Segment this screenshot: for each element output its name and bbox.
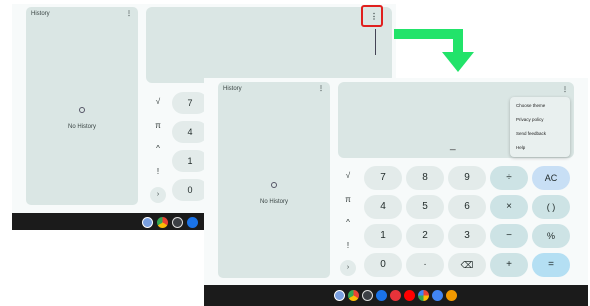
power-key[interactable]: ^ <box>342 218 354 227</box>
digit-4-key[interactable]: 4 <box>364 195 402 219</box>
chrome-icon[interactable] <box>157 217 168 228</box>
digit-6-key[interactable]: 6 <box>448 195 486 219</box>
expand-keys-button[interactable]: › <box>150 187 166 203</box>
result-display: ⋮ _ Choose theme Privacy policy Send fee… <box>338 82 574 158</box>
flow-arrow <box>394 29 474 72</box>
minus-key[interactable]: − <box>490 224 528 248</box>
digit-8-key[interactable]: 8 <box>406 166 444 190</box>
decimal-key[interactable]: · <box>406 253 444 277</box>
digit-2-key[interactable]: 2 <box>406 224 444 248</box>
history-clock-icon <box>79 107 85 113</box>
calculator-icon[interactable] <box>390 290 401 301</box>
multiply-key[interactable]: × <box>490 195 528 219</box>
overflow-menu: Choose theme Privacy policy Send feedbac… <box>510 97 570 157</box>
files-icon[interactable] <box>362 290 373 301</box>
front-tablet-screen: History ⋮ No History ⋮ _ Choose theme Pr… <box>204 78 588 306</box>
menu-item-help[interactable]: Help <box>516 145 525 150</box>
no-history-message: No History <box>26 107 138 133</box>
menu-highlight-box <box>361 5 383 27</box>
more-vert-icon[interactable]: ⋮ <box>318 85 324 92</box>
text-cursor <box>375 29 376 55</box>
sqrt-key[interactable]: √ <box>342 171 354 180</box>
no-history-message: No History <box>218 182 330 208</box>
expand-keys-button[interactable]: › <box>340 260 356 276</box>
sqrt-key[interactable]: √ <box>152 97 164 106</box>
digit-1-key[interactable]: 1 <box>172 150 208 172</box>
history-title: History <box>223 86 242 92</box>
calculator-app-front: History ⋮ No History ⋮ _ Choose theme Pr… <box>204 78 588 285</box>
power-key[interactable]: ^ <box>152 144 164 153</box>
history-panel: History ⋮ No History <box>218 82 330 278</box>
factorial-key[interactable]: ! <box>342 241 354 250</box>
digit-0-key[interactable]: 0 <box>172 179 208 201</box>
history-title: History <box>31 11 50 17</box>
digit-3-key[interactable]: 3 <box>448 224 486 248</box>
youtube-icon[interactable] <box>404 290 415 301</box>
shelf-front <box>204 285 588 306</box>
divide-key[interactable]: ÷ <box>490 166 528 190</box>
settings-icon[interactable] <box>376 290 387 301</box>
pi-key[interactable]: π <box>152 121 164 130</box>
history-panel: History ⋮ No History <box>26 7 138 205</box>
percent-key[interactable]: % <box>532 224 570 248</box>
history-clock-icon <box>271 182 277 188</box>
factorial-key[interactable]: ! <box>152 167 164 176</box>
more-vert-icon[interactable]: ⋮ <box>126 10 132 17</box>
digit-5-key[interactable]: 5 <box>406 195 444 219</box>
no-history-label: No History <box>67 124 96 130</box>
settings-icon[interactable] <box>187 217 198 228</box>
digit-1-key[interactable]: 1 <box>364 224 402 248</box>
parentheses-key[interactable]: ( ) <box>532 195 570 219</box>
equals-key[interactable]: = <box>532 253 570 277</box>
digit-7-key[interactable]: 7 <box>172 92 208 114</box>
clear-key[interactable]: AC <box>532 166 570 190</box>
no-history-label: No History <box>259 199 288 205</box>
menu-item-send-feedback[interactable]: Send feedback <box>516 131 546 136</box>
play-store-icon[interactable] <box>432 290 443 301</box>
photos-icon[interactable] <box>418 290 429 301</box>
digit-7-key[interactable]: 7 <box>364 166 402 190</box>
display-value: _ <box>450 140 456 151</box>
backspace-key[interactable]: ⌫ <box>448 253 486 277</box>
launcher-icon[interactable] <box>142 217 153 228</box>
menu-item-choose-theme[interactable]: Choose theme <box>516 103 545 108</box>
menu-item-privacy-policy[interactable]: Privacy policy <box>516 117 544 122</box>
pi-key[interactable]: π <box>342 195 354 204</box>
files-icon[interactable] <box>172 217 183 228</box>
result-display: ⋮ <box>146 7 392 83</box>
app-icon[interactable] <box>446 290 457 301</box>
plus-key[interactable]: + <box>490 253 528 277</box>
digit-4-key[interactable]: 4 <box>172 121 208 143</box>
digit-9-key[interactable]: 9 <box>448 166 486 190</box>
more-vert-icon[interactable]: ⋮ <box>562 86 568 93</box>
digit-0-key[interactable]: 0 <box>364 253 402 277</box>
launcher-icon[interactable] <box>334 290 345 301</box>
chrome-icon[interactable] <box>348 290 359 301</box>
